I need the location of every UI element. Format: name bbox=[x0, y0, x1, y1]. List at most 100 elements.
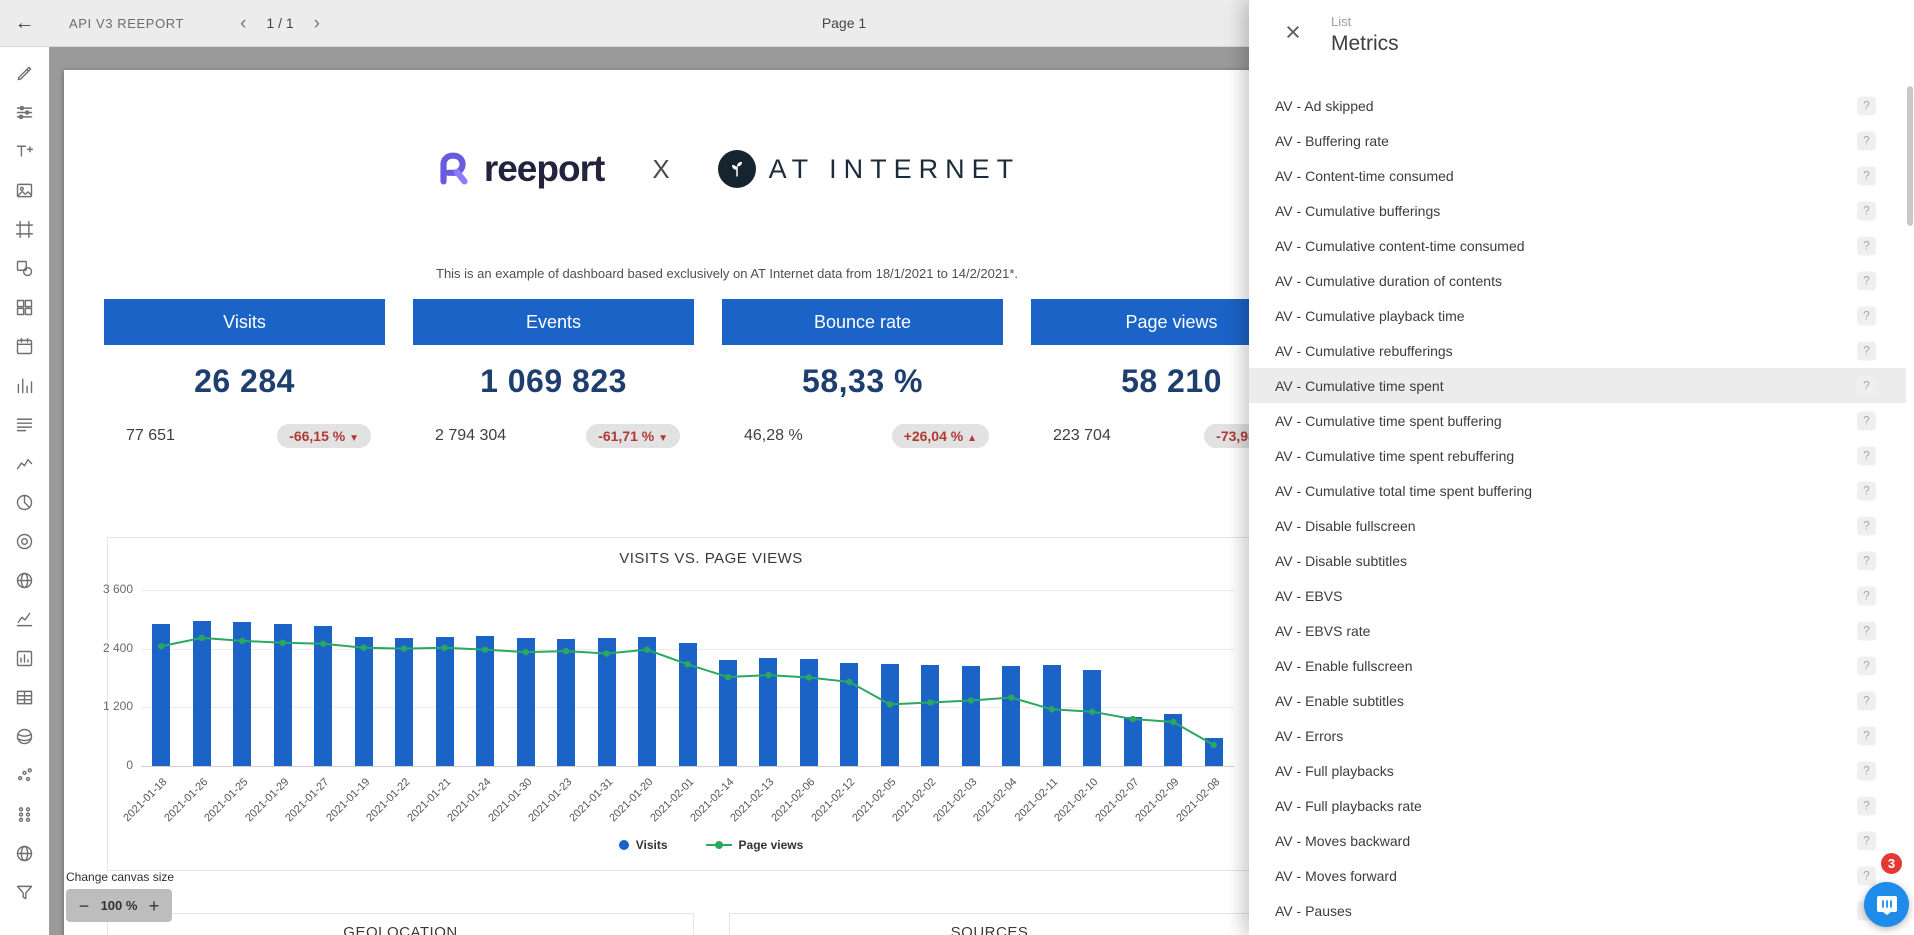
metric-item[interactable]: AV - Content-time consumed? bbox=[1249, 158, 1906, 193]
help-icon[interactable]: ? bbox=[1857, 446, 1876, 465]
visits-bar[interactable] bbox=[1124, 717, 1142, 766]
pie-chart-widget-tool-button[interactable] bbox=[10, 487, 40, 517]
metric-item[interactable]: AV - Moves forward? bbox=[1249, 858, 1906, 893]
visits-bar[interactable] bbox=[314, 626, 332, 766]
help-icon[interactable]: ? bbox=[1857, 341, 1876, 360]
geolocation-section[interactable]: GEOLOCATION bbox=[107, 913, 694, 935]
metric-item[interactable]: AV - Pauses? bbox=[1249, 893, 1906, 928]
help-icon[interactable]: ? bbox=[1857, 831, 1876, 850]
world-widget-tool-button[interactable] bbox=[10, 838, 40, 868]
metric-item[interactable]: AV - Buffering rate? bbox=[1249, 123, 1906, 158]
visits-bar[interactable] bbox=[679, 643, 697, 766]
scrollbar-thumb[interactable] bbox=[1907, 86, 1913, 226]
legend-visits[interactable]: Visits bbox=[619, 838, 668, 852]
dots-widget-tool-button[interactable] bbox=[10, 799, 40, 829]
help-icon[interactable]: ? bbox=[1857, 621, 1876, 640]
metric-item[interactable]: AV - EBVS? bbox=[1249, 578, 1906, 613]
frame-tool-button[interactable] bbox=[10, 214, 40, 244]
help-icon[interactable]: ? bbox=[1857, 691, 1876, 710]
visits-bar[interactable] bbox=[476, 636, 494, 766]
visits-bar[interactable] bbox=[800, 659, 818, 766]
prev-page-button[interactable]: ‹ bbox=[240, 14, 246, 33]
zoom-out-button[interactable]: − bbox=[76, 897, 92, 915]
metric-item[interactable]: AV - Errors? bbox=[1249, 718, 1906, 753]
metric-item[interactable]: AV - Full playbacks rate? bbox=[1249, 788, 1906, 823]
visits-bar[interactable] bbox=[233, 622, 251, 766]
help-icon[interactable]: ? bbox=[1857, 271, 1876, 290]
back-button[interactable]: ← bbox=[0, 12, 49, 35]
help-icon[interactable]: ? bbox=[1857, 551, 1876, 570]
metric-item[interactable]: AV - Full playbacks? bbox=[1249, 753, 1906, 788]
help-icon[interactable]: ? bbox=[1857, 726, 1876, 745]
line-chart-widget-tool-button[interactable] bbox=[10, 448, 40, 478]
visits-bar[interactable] bbox=[436, 637, 454, 766]
help-icon[interactable]: ? bbox=[1857, 96, 1876, 115]
metric-item[interactable]: AV - Moves backward? bbox=[1249, 823, 1906, 858]
table-widget-tool-button[interactable] bbox=[10, 682, 40, 712]
visits-bar[interactable] bbox=[1083, 670, 1101, 766]
metric-item[interactable]: AV - Ad skipped? bbox=[1249, 88, 1906, 123]
zoom-in-button[interactable]: + bbox=[146, 897, 162, 915]
metric-item[interactable]: AV - Enable subtitles? bbox=[1249, 683, 1906, 718]
chart-card-widget-tool-button[interactable] bbox=[10, 643, 40, 673]
image-tool-button[interactable] bbox=[10, 175, 40, 205]
help-icon[interactable]: ? bbox=[1857, 306, 1876, 325]
chat-launcher-button[interactable] bbox=[1864, 882, 1909, 927]
visits-bar[interactable] bbox=[193, 621, 211, 766]
metric-item[interactable]: AV - Cumulative time spent buffering? bbox=[1249, 403, 1906, 438]
grid-widget-tool-button[interactable] bbox=[10, 292, 40, 322]
help-icon[interactable]: ? bbox=[1857, 481, 1876, 500]
visits-bar[interactable] bbox=[1043, 665, 1061, 766]
visits-bar[interactable] bbox=[921, 665, 939, 766]
metric-item[interactable]: AV - Enable fullscreen? bbox=[1249, 648, 1906, 683]
next-page-button[interactable]: › bbox=[314, 14, 320, 33]
metric-item[interactable]: AV - Cumulative duration of contents? bbox=[1249, 263, 1906, 298]
sources-section[interactable]: SOURCES bbox=[729, 913, 1250, 935]
visits-bar[interactable] bbox=[962, 666, 980, 766]
legend-page-views[interactable]: Page views bbox=[706, 838, 804, 852]
notification-badge[interactable]: 3 bbox=[1879, 851, 1904, 876]
help-icon[interactable]: ? bbox=[1857, 201, 1876, 220]
help-icon[interactable]: ? bbox=[1857, 796, 1876, 815]
calendar-widget-tool-button[interactable] bbox=[10, 331, 40, 361]
metric-item[interactable]: AV - Disable subtitles? bbox=[1249, 543, 1906, 578]
metric-item[interactable]: AV - Cumulative content-time consumed? bbox=[1249, 228, 1906, 263]
help-icon[interactable]: ? bbox=[1857, 516, 1876, 535]
visits-bar[interactable] bbox=[557, 639, 575, 766]
visits-bar[interactable] bbox=[274, 624, 292, 766]
visits-bar[interactable] bbox=[719, 660, 737, 766]
metric-item[interactable]: AV - Disable fullscreen? bbox=[1249, 508, 1906, 543]
metric-item[interactable]: AV - Cumulative playback time? bbox=[1249, 298, 1906, 333]
help-icon[interactable]: ? bbox=[1857, 866, 1876, 885]
sphere-widget-tool-button[interactable] bbox=[10, 721, 40, 751]
text-tool-button[interactable] bbox=[10, 136, 40, 166]
visits-bar[interactable] bbox=[517, 638, 535, 766]
filter-tool-button[interactable] bbox=[10, 97, 40, 127]
visits-bar[interactable] bbox=[840, 663, 858, 766]
scatter-widget-tool-button[interactable] bbox=[10, 760, 40, 790]
help-icon[interactable]: ? bbox=[1857, 656, 1876, 675]
shapes-tool-button[interactable] bbox=[10, 253, 40, 283]
report-name-tab[interactable]: API V3 REEPORT bbox=[69, 16, 184, 31]
visits-bar[interactable] bbox=[759, 658, 777, 766]
metric-item[interactable]: AV - Cumulative time spent rebuffering? bbox=[1249, 438, 1906, 473]
funnel-widget-tool-button[interactable] bbox=[10, 877, 40, 907]
kpi-card-events[interactable]: Events1 069 8232 794 304-61,71 % ▼ bbox=[413, 299, 694, 464]
histogram-widget-tool-button[interactable] bbox=[10, 370, 40, 400]
visits-bar[interactable] bbox=[395, 638, 413, 766]
help-icon[interactable]: ? bbox=[1857, 236, 1876, 255]
help-icon[interactable]: ? bbox=[1857, 761, 1876, 780]
visits-bar[interactable] bbox=[1205, 738, 1223, 766]
metric-item[interactable]: AV - Cumulative time spent? bbox=[1249, 368, 1906, 403]
visits-bar[interactable] bbox=[355, 637, 373, 766]
help-icon[interactable]: ? bbox=[1857, 586, 1876, 605]
trend-widget-tool-button[interactable] bbox=[10, 604, 40, 634]
metric-item[interactable]: AV - Cumulative bufferings? bbox=[1249, 193, 1906, 228]
visits-bar[interactable] bbox=[1164, 714, 1182, 766]
close-panel-button[interactable]: × bbox=[1279, 18, 1307, 46]
rows-widget-tool-button[interactable] bbox=[10, 409, 40, 439]
donut-chart-widget-tool-button[interactable] bbox=[10, 526, 40, 556]
visits-bar[interactable] bbox=[638, 637, 656, 766]
visits-bar[interactable] bbox=[152, 624, 170, 766]
kpi-card-visits[interactable]: Visits26 28477 651-66,15 % ▼ bbox=[104, 299, 385, 464]
